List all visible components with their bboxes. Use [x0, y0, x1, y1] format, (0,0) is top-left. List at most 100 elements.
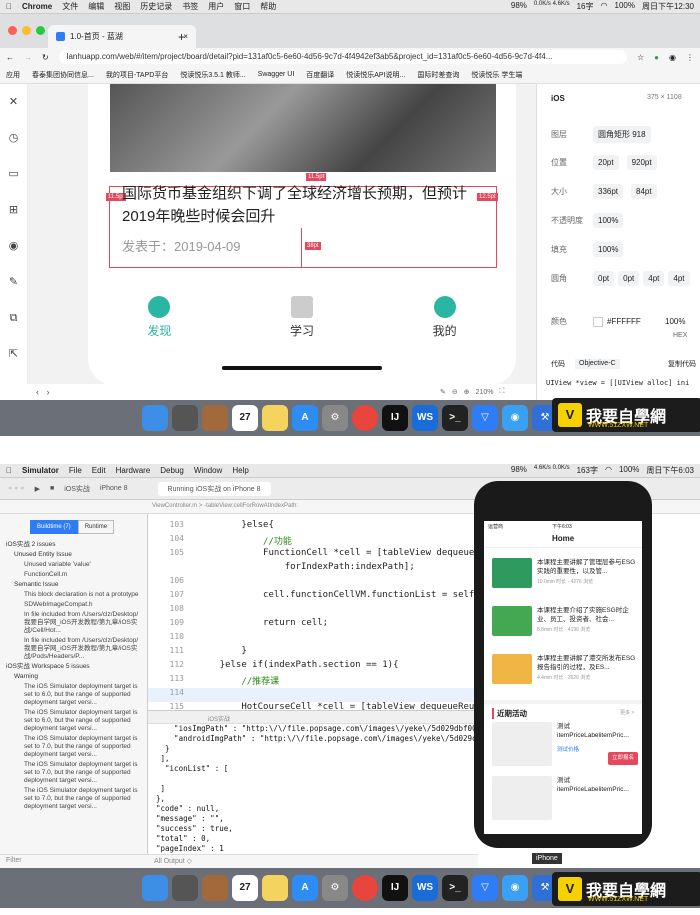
issue-item[interactable]: SDWebImageCompat.h	[0, 600, 147, 610]
scheme-select[interactable]: iOS实战	[64, 484, 90, 494]
code-language[interactable]: Objective-C	[575, 359, 620, 369]
copy-icon[interactable]: ⧉	[0, 300, 27, 336]
issue-item[interactable]: Semantic Issue	[0, 580, 147, 590]
url-field[interactable]: lanhuapp.com/web/#/item/project/board/de…	[58, 50, 627, 64]
segment-buildtime[interactable]: Buildtime (7)	[30, 520, 78, 534]
stop-button[interactable]: ■	[50, 485, 54, 492]
menu-item[interactable]: 书签	[182, 1, 198, 12]
terminal-icon[interactable]: >_	[442, 405, 468, 431]
prev-icon[interactable]: ‹	[36, 387, 39, 397]
webstorm-icon[interactable]: WS	[412, 405, 438, 431]
code-line[interactable]: //推荐课	[198, 674, 279, 687]
next-icon[interactable]: ›	[47, 387, 50, 397]
appstore-icon[interactable]: A	[292, 875, 318, 901]
issue-item[interactable]: Unused Entity Issue	[0, 550, 147, 560]
intellij-icon[interactable]: IJ	[382, 405, 408, 431]
star-icon[interactable]: ☆	[637, 53, 644, 62]
menu-item[interactable]: 文件	[62, 1, 78, 12]
bookmark[interactable]: 国际时差查询	[417, 70, 459, 80]
back-icon[interactable]: ←	[6, 53, 14, 62]
battery-level[interactable]: 100%	[615, 1, 635, 12]
run-button[interactable]: ▶	[35, 485, 40, 493]
webstorm-icon[interactable]: WS	[412, 875, 438, 901]
finder-icon[interactable]	[142, 405, 168, 431]
finder-icon[interactable]	[142, 875, 168, 901]
minimize-window-icon[interactable]	[22, 26, 31, 35]
color-opacity[interactable]: 100%	[665, 317, 685, 326]
platform-select[interactable]: iOS	[551, 94, 565, 103]
forward-icon[interactable]: →	[24, 53, 32, 62]
calendar-icon[interactable]: 27	[232, 405, 258, 431]
settings-icon[interactable]: ⚙	[322, 405, 348, 431]
sim-screen[interactable]: 本课程主要讲解了管理层参与ESG实践的重要性，以及管... 10.0min 时长 …	[484, 548, 642, 834]
menu-item[interactable]: Debug	[160, 466, 184, 475]
clock[interactable]: 周日下午6:03	[646, 465, 694, 476]
close-icon[interactable]: ✕	[0, 84, 27, 120]
issue-item[interactable]: The iOS Simulator deployment target is s…	[0, 682, 147, 708]
device-select[interactable]: iPhone 8	[100, 485, 128, 492]
menu-item[interactable]: 历史记录	[140, 1, 172, 12]
course-item[interactable]: 本课程主要讲解了管理层参与ESG实践的重要性，以及管... 10.0min 时长 …	[492, 558, 638, 598]
code-line[interactable]: return cell;	[198, 618, 328, 628]
code-line[interactable]: cell.functionCellVM.functionList = self.…	[198, 590, 478, 600]
new-tab-button[interactable]: +	[178, 30, 185, 44]
eyedropper-icon[interactable]: ✎	[440, 388, 446, 396]
intellij-icon[interactable]: IJ	[382, 875, 408, 901]
shield-icon[interactable]: ▽	[472, 875, 498, 901]
menu-icon[interactable]: ⋮	[686, 53, 694, 62]
notes-icon[interactable]	[262, 405, 288, 431]
close-window-icon[interactable]	[8, 26, 17, 35]
share-icon[interactable]: ⇱	[0, 336, 27, 372]
copy-code-button[interactable]: 复制代码	[668, 359, 696, 369]
bookmark[interactable]: 百度翻译	[306, 70, 334, 80]
pen-icon[interactable]: ✎	[0, 264, 27, 300]
issue-item[interactable]: iOS实战 2 issues	[0, 540, 147, 550]
contacts-icon[interactable]	[202, 875, 228, 901]
event-item[interactable]: 测试 itemPriceLabelitemPric... 测试价格 立即报名	[492, 722, 638, 768]
launchpad-icon[interactable]	[172, 875, 198, 901]
fit-icon[interactable]: ⛶	[500, 388, 505, 396]
menu-item[interactable]: Help	[232, 466, 248, 475]
eye-icon[interactable]: ◉	[0, 228, 27, 264]
browser-tab[interactable]: 1.0-首页 - 蓝湖 ×	[48, 25, 196, 48]
menu-item[interactable]: 编辑	[88, 1, 104, 12]
code-line[interactable]: }else if(indexPath.section == 1){	[198, 660, 399, 670]
menu-item[interactable]: Edit	[92, 466, 106, 475]
more-link[interactable]: 更多 >	[620, 709, 634, 716]
notes-icon[interactable]	[262, 875, 288, 901]
menu-item[interactable]: Hardware	[116, 466, 151, 475]
contacts-icon[interactable]	[202, 405, 228, 431]
issue-item[interactable]: iOS实战 Workspace 5 issues	[0, 662, 147, 672]
color-format[interactable]: HEX	[673, 332, 687, 339]
comment-icon[interactable]: ▭	[0, 156, 27, 192]
menu-item[interactable]: 窗口	[234, 1, 250, 12]
chrome-icon[interactable]	[352, 405, 378, 431]
apple-icon[interactable]: 	[6, 2, 12, 11]
menu-item[interactable]: Window	[194, 466, 222, 475]
maximize-window-icon[interactable]	[36, 26, 45, 35]
news-headline[interactable]: 国际货币基金组织下调了全球经济增长预期，但预计2019年晚些时候会回升	[122, 182, 482, 228]
code-line[interactable]: FunctionCell *cell = [tableView dequeueR…	[198, 548, 478, 558]
event-item[interactable]: 测试 itemPriceLabelitemPric...	[492, 776, 638, 822]
calendar-icon[interactable]: 27	[232, 875, 258, 901]
tab-learn[interactable]: 学习	[262, 296, 342, 352]
issue-item[interactable]: Unused variable 'value'	[0, 560, 147, 570]
menu-item[interactable]: File	[69, 466, 82, 475]
issue-item[interactable]: In file included from /Users/clz/Desktop…	[0, 636, 147, 662]
maps-icon[interactable]: ◉	[502, 405, 528, 431]
profile-icon[interactable]: ◉	[669, 53, 676, 62]
issue-item[interactable]: In file included from /Users/clz/Desktop…	[0, 610, 147, 636]
issue-item[interactable]: The iOS Simulator deployment target is s…	[0, 734, 147, 760]
clock[interactable]: 周日下午12:30	[642, 1, 694, 12]
zoom-out-icon[interactable]: ⊖	[452, 388, 458, 396]
issue-item[interactable]: The iOS Simulator deployment target is s…	[0, 760, 147, 786]
shield-icon[interactable]: ▽	[472, 405, 498, 431]
console-output[interactable]: "iosImgPath" : "http:\/\/file.popsage.co…	[148, 724, 478, 854]
wifi-icon[interactable]: ◠	[601, 1, 608, 12]
color-value[interactable]: #FFFFFF	[607, 317, 665, 326]
code-line[interactable]: }	[198, 646, 246, 656]
menu-item[interactable]: 用户	[208, 1, 224, 12]
filter-field[interactable]: Filter	[0, 854, 148, 868]
code-line[interactable]: HotCourseCell *cell = [tableView dequeue…	[198, 702, 478, 710]
maps-icon[interactable]: ◉	[502, 875, 528, 901]
